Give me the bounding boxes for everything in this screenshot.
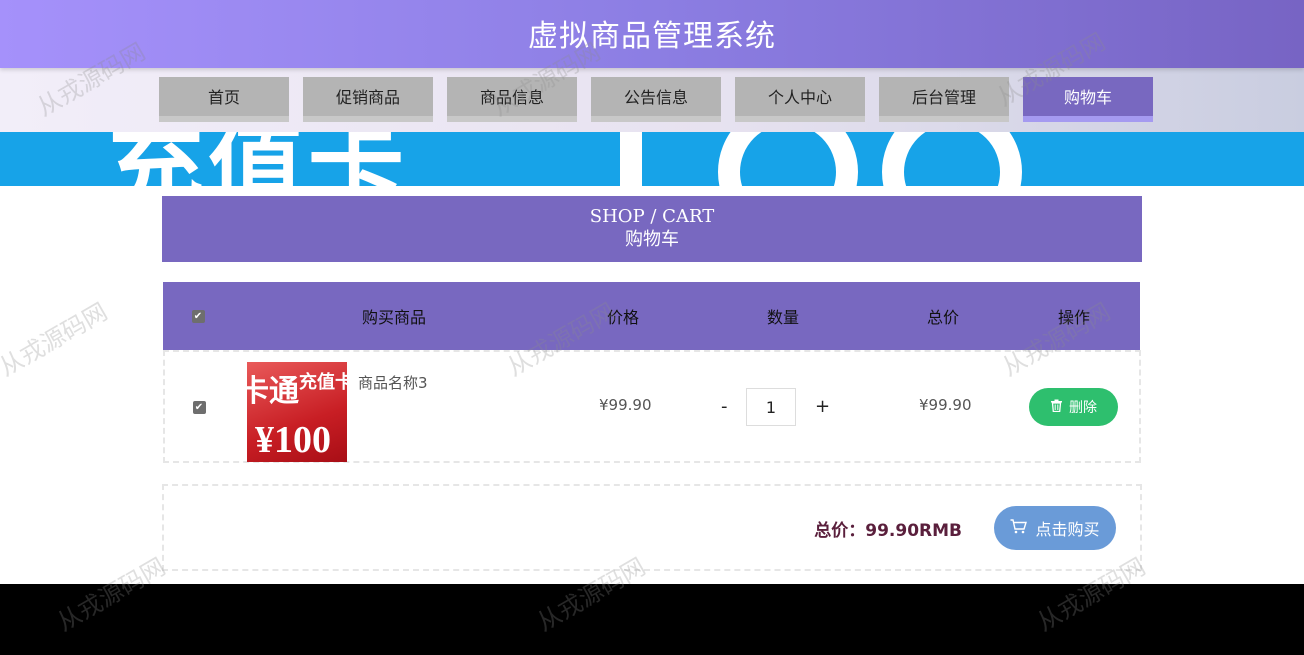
select-all-cell: ✔	[187, 282, 209, 350]
header-product: 购买商品	[361, 308, 426, 327]
product-thumbnail[interactable]: 卡通 充值卡 ¥100	[247, 362, 347, 462]
quantity-increase-button[interactable]: +	[815, 396, 830, 417]
total-price: 总价：99.90RMB	[814, 521, 962, 541]
nav-item-announcements[interactable]: 公告信息	[591, 77, 721, 122]
section-title-zh: 购物车	[625, 229, 679, 250]
header-subtotal: 总价	[926, 308, 959, 327]
cart-icon	[1010, 518, 1028, 538]
row-select-cell: ✔	[189, 352, 209, 462]
cart-summary: 总价：99.90RMB 点击购买	[162, 484, 1142, 571]
banner-ring-1	[718, 132, 858, 186]
banner-bar	[620, 132, 642, 186]
header-price: 价格	[606, 308, 639, 327]
quantity-decrease-button[interactable]: -	[721, 396, 728, 417]
nav-item-products[interactable]: 商品信息	[447, 77, 577, 122]
trash-icon	[1050, 399, 1063, 416]
table-row: ✔ 卡通 充值卡 ¥100 商品名称3 ¥99.90 - + ¥99.90 删除	[163, 350, 1141, 463]
banner-text-fragment: 充值卡	[108, 132, 408, 186]
buy-button[interactable]: 点击购买	[994, 506, 1116, 550]
row-subtotal: ¥99.90	[919, 396, 972, 414]
banner-image: 充值卡	[0, 132, 1304, 186]
product-name[interactable]: 商品名称3	[358, 372, 428, 393]
nav-band: 首页 促销商品 商品信息 公告信息 个人中心 后台管理 购物车	[0, 68, 1304, 132]
banner-ring-2	[882, 132, 1022, 186]
thumbnail-text-2: 充值卡	[299, 372, 347, 392]
select-all-checkbox[interactable]: ✔	[191, 309, 205, 323]
thumbnail-text-1: 卡通	[247, 375, 299, 408]
delete-button[interactable]: 删除	[1029, 388, 1118, 426]
nav-item-promotions[interactable]: 促销商品	[303, 77, 433, 122]
quantity-input[interactable]	[746, 388, 796, 426]
buy-label: 点击购买	[1035, 520, 1100, 539]
footer-bar	[0, 584, 1304, 655]
section-title-en: SHOP / CART	[589, 206, 715, 227]
thumbnail-text-3: ¥100	[255, 419, 331, 461]
app-title: 虚拟商品管理系统	[528, 19, 776, 54]
nav-item-home[interactable]: 首页	[159, 77, 289, 122]
app-header: 虚拟商品管理系统	[0, 0, 1304, 68]
row-checkbox[interactable]: ✔	[192, 400, 206, 414]
product-price: ¥99.90	[599, 396, 652, 414]
nav-item-cart[interactable]: 购物车	[1023, 77, 1153, 122]
header-quantity: 数量	[766, 308, 799, 327]
nav-item-admin[interactable]: 后台管理	[879, 77, 1009, 122]
cart-table-header: ✔ 购买商品 价格 数量 总价 操作	[163, 282, 1140, 350]
header-actions: 操作	[1057, 308, 1090, 327]
watermark: 从戎源码网	[0, 297, 113, 382]
section-title: SHOP / CART 购物车	[162, 196, 1142, 262]
main-nav: 首页 促销商品 商品信息 公告信息 个人中心 后台管理 购物车	[159, 77, 1167, 122]
delete-label: 删除	[1069, 400, 1097, 416]
nav-item-profile[interactable]: 个人中心	[735, 77, 865, 122]
